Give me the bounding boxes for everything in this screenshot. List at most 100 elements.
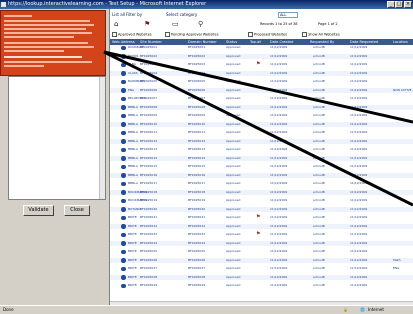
table-cell[interactable]: BUCKS [128, 54, 138, 59]
table-cell[interactable]: BBBLA [128, 113, 138, 118]
website-row-icon[interactable] [121, 266, 126, 271]
col-web-address[interactable]: Web Address [112, 40, 135, 44]
flag-icon[interactable]: ⚑ [256, 62, 260, 67]
website-row-icon[interactable] [121, 105, 126, 110]
website-row-icon[interactable] [121, 215, 126, 220]
col-location[interactable]: Location [393, 40, 408, 44]
website-row-icon[interactable] [121, 122, 126, 127]
website-row-icon[interactable] [121, 232, 126, 237]
pin-icon[interactable]: ⚲ [198, 21, 203, 28]
table-row[interactable]: BRITE BF0025027 BF0025027 Approved 11/12/200… [110, 266, 413, 272]
table-cell[interactable]: BBBLA [128, 105, 138, 110]
table-cell[interactable]: BBBLA [128, 156, 138, 161]
table-row[interactable]: BARNBOOK BF0025005 BF0025005 Approved 11/12/… [110, 79, 413, 85]
table-row[interactable]: BBBLA BF0025013 BF0025013 Approved 11/12/200… [110, 147, 413, 153]
table-row[interactable]: BOOKMARKS BF0025018 BF0025018 Approved 11/12… [110, 189, 413, 195]
table-row[interactable]: CLASS BF0025004 BF0025004 Approved 11/12/200… [110, 70, 413, 76]
proposed-checkbox[interactable]: Proposed Websites [248, 32, 287, 37]
table-row[interactable]: BRITE BF0025029 BF0025029 Approved 11/12/200… [110, 283, 413, 289]
validate-button[interactable]: Validate [23, 205, 54, 216]
table-row[interactable]: ENA BF0025006 BF0025006 Approved 11/12/2009 s… [110, 87, 413, 93]
table-row[interactable]: BBBLA BF0025008 BF0025008 Approved 11/12/200… [110, 104, 413, 110]
folder-icon[interactable]: ▭ [172, 21, 179, 28]
table-row[interactable]: BRITE BF0025023 BF0025023 Approved 11/12/200… [110, 232, 413, 238]
col-date-created[interactable]: Date Created [270, 40, 293, 44]
website-row-icon[interactable] [121, 62, 126, 67]
website-row-icon[interactable] [121, 198, 126, 203]
table-cell[interactable]: ALBA [128, 62, 136, 67]
table-cell[interactable]: BBBLA [128, 130, 138, 135]
table-row[interactable]: ALBA BF0025003 BF0025003 Approved 11/12/2009… [110, 62, 413, 68]
maximize-button[interactable]: □ [395, 1, 403, 8]
table-cell[interactable]: BBBLA [128, 164, 138, 169]
table-row[interactable]: BUCKS BF0025002 BF0025002 Approved 11/12/200… [110, 53, 413, 59]
flag-icon[interactable]: ⚑ [256, 232, 260, 237]
website-row-icon[interactable] [121, 190, 126, 195]
website-row-icon[interactable] [121, 181, 126, 186]
category-select[interactable]: ALL [278, 12, 298, 18]
pager-page[interactable]: Page 1 of 2 [318, 22, 338, 26]
col-site-number[interactable]: Site Number [140, 40, 162, 44]
table-cell[interactable]: BBBLA [128, 122, 138, 127]
table-row[interactable]: BRITE BF0025021 BF0025021 Approved 11/12/200… [110, 215, 413, 221]
website-row-icon[interactable] [121, 283, 126, 288]
table-row[interactable]: BBBLA BF0025015 BF0025015 Approved 11/12/200… [110, 164, 413, 170]
table-row[interactable]: ROCKBLUE BF0025001 BF0025001 Approved 11/12/… [110, 45, 413, 51]
website-row-icon[interactable] [121, 96, 126, 101]
table-row[interactable]: BBBLA BF0025016 BF0025016 Approved 11/12/200… [110, 172, 413, 178]
website-row-icon[interactable] [121, 71, 126, 76]
table-cell[interactable]: BRITE [128, 215, 137, 220]
col-status[interactable]: Status [226, 40, 237, 44]
website-row-icon[interactable] [121, 147, 126, 152]
table-cell[interactable]: BRITE [128, 275, 137, 280]
col-domain-number[interactable]: Domain Number [188, 40, 217, 44]
window-titlebar[interactable]: https://lookup.interactivelearning.com -… [0, 0, 413, 9]
website-row-icon[interactable] [121, 249, 126, 254]
table-row[interactable]: BBBLA BF0025012 BF0025012 Approved 11/12/200… [110, 138, 413, 144]
table-cell[interactable]: BBBLA [128, 147, 138, 152]
table-row[interactable]: BBBLA BF0025009 BF0025009 Approved 11/12/200… [110, 113, 413, 119]
website-row-icon[interactable] [121, 45, 126, 50]
table-row[interactable]: BOTANIC BF0025020 BF0025020 Approved 11/12/2… [110, 206, 413, 212]
col-date-requested[interactable]: Date Requested [350, 40, 378, 44]
textarea-scrollbar[interactable] [99, 77, 105, 199]
website-row-icon[interactable] [121, 275, 126, 280]
table-row[interactable]: BOOKMARKS BF0025019 BF0025019 Approved 11/12… [110, 198, 413, 204]
table-cell[interactable]: BBBLA [128, 181, 138, 186]
col-requested-by[interactable]: Requested By [310, 40, 334, 44]
website-row-icon[interactable] [121, 139, 126, 144]
close-button[interactable]: Close [64, 205, 90, 216]
table-cell[interactable]: BRITE [128, 249, 137, 254]
table-cell[interactable]: BBBLA [128, 173, 138, 178]
table-row[interactable]: BRITE BF0025025 BF0025025 Approved 11/12/200… [110, 249, 413, 255]
table-cell[interactable]: BRITE [128, 266, 137, 271]
results-textarea[interactable] [8, 76, 106, 200]
website-row-icon[interactable] [121, 241, 126, 246]
approved-checkbox[interactable]: Approved Websites [112, 32, 152, 37]
table-row[interactable]: BRITE BF0025024 BF0025024 Approved 11/12/200… [110, 240, 413, 246]
table-row[interactable]: BBBLA BF0025017 BF0025017 Approved 11/12/200… [110, 181, 413, 187]
table-cell[interactable]: BRITE [128, 283, 137, 288]
minimize-button[interactable]: _ [387, 1, 395, 8]
pending-checkbox[interactable]: Pending Approval Websites [165, 32, 219, 37]
website-row-icon[interactable] [121, 173, 126, 178]
table-row[interactable]: BBBLA BF0025014 BF0025014 Approved 11/12/200… [110, 155, 413, 161]
col-top-all[interactable]: Top-all [250, 40, 261, 44]
close-window-button[interactable]: × [404, 1, 412, 8]
table-row[interactable]: BBBLA BF0025010 BF0025010 Approved 11/12/200… [110, 121, 413, 127]
website-row-icon[interactable] [121, 164, 126, 169]
table-row[interactable]: BRITE BF0025026 BF0025026 Approved 11/12/200… [110, 257, 413, 263]
website-row-icon[interactable] [121, 79, 126, 84]
website-row-icon[interactable] [121, 54, 126, 59]
website-row-icon[interactable] [121, 224, 126, 229]
website-row-icon[interactable] [121, 88, 126, 93]
website-row-icon[interactable] [121, 156, 126, 161]
show-all-checkbox[interactable]: Show All Websites [302, 32, 340, 37]
table-cell[interactable]: BBBLA [128, 139, 138, 144]
table-cell[interactable]: BRITE [128, 232, 137, 237]
table-row[interactable]: BRITE BF0025022 BF0025022 Approved 11/12/200… [110, 223, 413, 229]
table-cell[interactable]: BRITE [128, 258, 137, 263]
website-row-icon[interactable] [121, 113, 126, 118]
table-row[interactable]: BRITE BF0025028 BF0025028 Approved 11/12/200… [110, 274, 413, 280]
table-cell[interactable]: BRITE [128, 224, 137, 229]
